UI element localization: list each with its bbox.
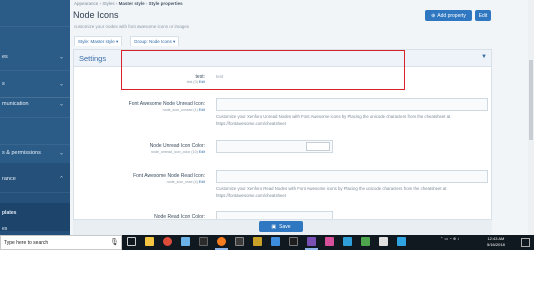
chrome-icon[interactable] bbox=[163, 237, 172, 246]
admin-sidebar: es ⌄ s ⌄ munication ⌄ s & permissions ⌄ ranc… bbox=[0, 0, 70, 235]
settings-panel: Settings ▼ test: test (0) Edit test Font… bbox=[73, 49, 492, 235]
sidebar-item-1[interactable]: es ⌄ bbox=[0, 44, 70, 71]
folder-icon[interactable] bbox=[253, 237, 262, 246]
breadcrumb-item[interactable]: Appearance bbox=[74, 1, 98, 6]
property-value-test: test bbox=[216, 74, 224, 79]
sidebar-item-label: s & permissions bbox=[2, 150, 41, 156]
app-icon[interactable] bbox=[289, 237, 298, 246]
breadcrumb-item[interactable]: Styles bbox=[102, 1, 114, 6]
property-label-unread-icon: Font Awesome Node Unread Icon: bbox=[128, 101, 205, 107]
app-icon[interactable] bbox=[307, 237, 316, 246]
sidebar-item-0[interactable] bbox=[0, 0, 70, 27]
clock-date: 5/16/2018 bbox=[487, 241, 505, 247]
app-icon[interactable] bbox=[325, 237, 334, 246]
style-filter[interactable]: Style: Master style ▾ bbox=[74, 36, 123, 46]
breadcrumb-item[interactable]: Style properties bbox=[149, 1, 183, 6]
app-icon[interactable] bbox=[343, 237, 352, 246]
app-icon[interactable] bbox=[397, 237, 406, 246]
property-label-read-icon: Font Awesome Node Read Icon: bbox=[133, 173, 205, 179]
task-view-icon[interactable] bbox=[127, 237, 136, 246]
property-hint: node_icon_unread (1) Edit bbox=[162, 108, 205, 112]
panel-title: Settings bbox=[79, 54, 107, 63]
group-filter[interactable]: Group: Node Icons ▾ bbox=[130, 36, 180, 46]
plus-icon: ⊕ bbox=[431, 12, 436, 19]
save-icon: ▣ bbox=[271, 223, 277, 230]
chevron-down-icon: ⌄ bbox=[58, 101, 64, 108]
add-property-button[interactable]: ⊕ Add property bbox=[425, 10, 472, 21]
sidebar-active-highlight bbox=[0, 203, 70, 231]
property-hint: test (0) Edit bbox=[186, 80, 205, 84]
sidebar-item-label: munication bbox=[2, 101, 29, 107]
system-tray-icons[interactable]: ⌃ ▭ ◔ ⊕ ♪ bbox=[440, 236, 459, 241]
sidebar-item-label: s bbox=[2, 81, 5, 87]
sidebar-subitem-templates[interactable]: plates bbox=[2, 210, 16, 216]
blank-area bbox=[0, 250, 534, 300]
microphone-icon[interactable]: 🎙 bbox=[110, 238, 119, 246]
sidebar-item-appearance[interactable]: rance ⌃ bbox=[0, 166, 70, 193]
notifications-icon[interactable] bbox=[521, 238, 530, 247]
color-swatch[interactable] bbox=[306, 142, 330, 151]
sidebar-item-label: es bbox=[2, 54, 8, 60]
app-icon[interactable] bbox=[271, 237, 280, 246]
app-icon[interactable] bbox=[361, 237, 370, 246]
breadcrumb: Appearance › Styles › Master style › Sty… bbox=[74, 1, 183, 6]
clock-time: 12:43 AM bbox=[487, 236, 505, 241]
scrollbar-thumb[interactable] bbox=[529, 60, 533, 140]
sidebar-subitem[interactable]: es bbox=[2, 226, 7, 232]
file-explorer-icon[interactable] bbox=[145, 237, 154, 246]
edit-link[interactable]: Edit bbox=[199, 108, 205, 112]
save-label: Save bbox=[279, 223, 291, 230]
sidebar-item-4[interactable]: munication ⌄ bbox=[0, 91, 70, 118]
edit-button[interactable]: Edit bbox=[475, 10, 491, 21]
firefox-icon[interactable] bbox=[217, 237, 226, 246]
app-icon[interactable] bbox=[181, 237, 190, 246]
edit-link[interactable]: Edit bbox=[199, 80, 205, 84]
browser-viewport: es ⌄ s ⌄ munication ⌄ s & permissions ⌄ ranc… bbox=[0, 0, 534, 235]
chevron-down-icon: ⌄ bbox=[58, 54, 64, 61]
property-hint: node_icon_read (4) Edit bbox=[166, 180, 205, 184]
property-label-unread-color: Node Unread Icon Color: bbox=[149, 143, 205, 149]
collapse-icon[interactable]: ▼ bbox=[481, 54, 487, 60]
panel-header[interactable]: Settings ▼ bbox=[74, 50, 491, 67]
app-icon[interactable] bbox=[235, 237, 244, 246]
taskbar-clock[interactable]: 12:43 AM 5/16/2018 bbox=[487, 236, 505, 247]
read-icon-explain: Customize your Xenforo Read Nodes with F… bbox=[216, 186, 447, 198]
unread-icon-explain: Customize your Xenforo Unread Nodes with… bbox=[216, 114, 451, 126]
chevron-down-icon: ⌄ bbox=[58, 81, 64, 88]
sidebar-item-label: rance bbox=[2, 176, 16, 182]
taskbar-search-placeholder: Type here to search bbox=[4, 240, 49, 246]
read-icon-input[interactable] bbox=[216, 170, 488, 183]
chevron-down-icon: ⌄ bbox=[58, 150, 64, 157]
save-button[interactable]: ▣ Save bbox=[259, 221, 303, 232]
property-hint: node_unread_icon_color (10) Edit bbox=[150, 150, 205, 154]
page-description: customize your nodes with font awesome i… bbox=[74, 24, 190, 29]
add-property-label: Add property bbox=[437, 12, 466, 19]
app-icon[interactable] bbox=[379, 237, 388, 246]
unread-icon-input[interactable] bbox=[216, 98, 488, 111]
edit-link[interactable]: Edit bbox=[199, 180, 205, 184]
edit-link[interactable]: Edit bbox=[199, 150, 205, 154]
breadcrumb-item[interactable]: Master style bbox=[119, 1, 145, 6]
media-icon[interactable] bbox=[199, 237, 208, 246]
page-title: Node Icons bbox=[73, 10, 119, 20]
chevron-up-icon: ⌃ bbox=[58, 176, 64, 183]
